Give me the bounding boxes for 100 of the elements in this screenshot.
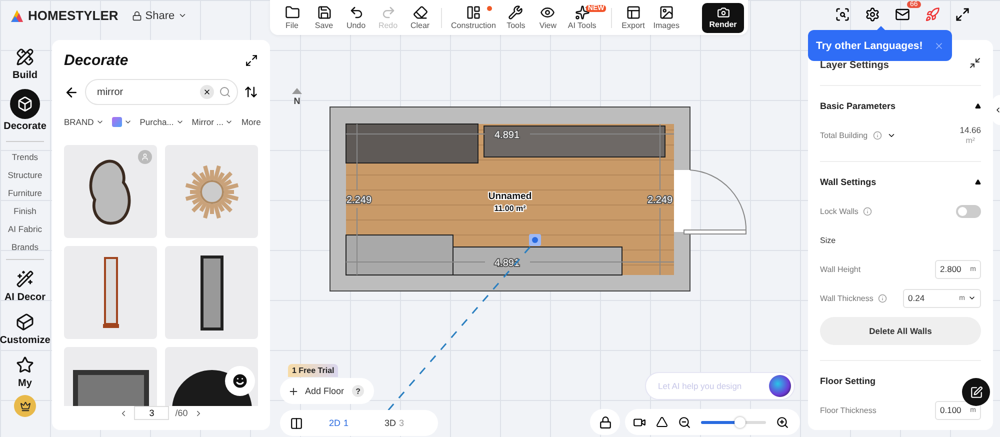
panel-title: Layer Settings: [820, 59, 889, 71]
section-header[interactable]: Floor Setting: [820, 376, 876, 386]
mode-tab[interactable]: Customize: [0, 309, 50, 348]
smile-icon: [231, 372, 249, 390]
image-icon: [658, 5, 674, 20]
note-icon: [970, 386, 982, 398]
toolbar-button[interactable]: Clear: [404, 5, 436, 30]
sort-icon[interactable]: [244, 85, 258, 100]
page-field[interactable]: 3: [134, 406, 170, 420]
search-icon[interactable]: [835, 7, 850, 22]
help-icon[interactable]: ?: [352, 385, 364, 397]
layout-icon: [466, 5, 481, 20]
zoom-out-icon[interactable]: [678, 416, 691, 428]
toolbar-button[interactable]: Construction: [447, 5, 500, 30]
input-text[interactable]: 2.800: [940, 264, 968, 274]
camera-icon: [716, 6, 730, 19]
select-text[interactable]: 0.24: [908, 293, 956, 304]
delete-walls-button[interactable]: Delete All Walls: [820, 317, 981, 346]
ai-orb-icon[interactable]: [769, 375, 791, 397]
render-button[interactable]: Render: [702, 2, 744, 32]
filter-dropdown[interactable]: Purcha...: [140, 117, 184, 128]
toolbar-button[interactable]: View: [532, 5, 564, 30]
category-link[interactable]: AI Fabric: [8, 220, 42, 238]
expand-icon[interactable]: [245, 54, 258, 68]
mode-tab[interactable]: Decorate: [4, 87, 46, 134]
box-icon: [10, 89, 40, 119]
info-icon[interactable]: [878, 294, 888, 303]
toolbar-button[interactable]: Save: [308, 5, 340, 30]
wand-icon: [14, 268, 36, 290]
setting-label: Lock Walls: [820, 206, 858, 216]
sparkles-icon: [574, 5, 590, 20]
info-icon[interactable]: [872, 131, 882, 140]
eye-icon: [540, 5, 556, 20]
more-filter[interactable]: More: [241, 117, 261, 128]
category-link[interactable]: Trends: [12, 148, 38, 166]
category-link[interactable]: Furniture: [8, 184, 42, 202]
mode-tab[interactable]: Build: [12, 44, 38, 83]
collapse-icon[interactable]: [969, 56, 981, 68]
camera-icon[interactable]: [633, 416, 646, 428]
share-button[interactable]: Share: [132, 10, 187, 22]
mode-tab[interactable]: AI Decor: [4, 266, 46, 305]
info-icon[interactable]: [863, 206, 872, 216]
toolbar-button[interactable]: Tools: [500, 5, 532, 30]
toggle-switch[interactable]: [956, 204, 981, 218]
brand-name: HOMESTYLER: [28, 8, 118, 23]
ai-prompt-input[interactable]: Let AI help you design: [656, 380, 769, 392]
setting-label: Wall Height: [820, 264, 861, 274]
triangle-icon[interactable]: [656, 416, 668, 428]
section-header[interactable]: Basic Parameters: [820, 101, 896, 111]
search-field[interactable]: mirror: [85, 79, 238, 106]
product-card[interactable]: [64, 145, 157, 238]
redo-icon: [380, 5, 396, 20]
product-card[interactable]: [165, 246, 258, 340]
folder-icon: [284, 5, 300, 20]
clear-icon[interactable]: [200, 85, 214, 100]
setting-label: Total Building: [820, 131, 868, 140]
input-text[interactable]: 0.100: [940, 405, 968, 416]
category-link[interactable]: Finish: [14, 202, 36, 220]
settings-icon[interactable]: [865, 7, 880, 22]
view-tab[interactable]: 3D 3: [384, 418, 404, 428]
eraser-icon: [412, 5, 428, 20]
view-tab[interactable]: 2D 1: [329, 418, 349, 428]
ai-prompt-field[interactable]: Let AI help you design: [645, 372, 795, 400]
user-icon: [138, 150, 152, 164]
category-link[interactable]: Brands: [12, 238, 38, 256]
chevron-icon: [178, 11, 187, 20]
color-swatch: [112, 117, 122, 128]
toolbar-button[interactable]: File: [276, 5, 308, 30]
save-icon: [316, 5, 332, 20]
add-floor-button[interactable]: Add Floor: [288, 386, 344, 396]
toolbar-button[interactable]: Images: [649, 5, 684, 30]
filter-dropdown[interactable]: Mirror ...: [192, 117, 234, 128]
toolbar-button[interactable]: Undo: [340, 5, 372, 30]
lock-icon: [132, 10, 142, 20]
tooltip-text: Try other Languages!: [816, 40, 923, 52]
section-header[interactable]: Wall Settings: [820, 177, 876, 188]
zoom-in-icon[interactable]: [776, 416, 789, 428]
rocket-icon[interactable]: [925, 7, 940, 22]
mail-icon[interactable]: [895, 7, 910, 22]
chevron-icon: [994, 106, 1000, 114]
handle-icon[interactable]: [529, 234, 541, 246]
fullscreen-icon[interactable]: [955, 7, 970, 22]
mode-tab[interactable]: My: [14, 352, 36, 391]
wrench-icon: [508, 5, 524, 20]
room-area: 11.00 m²: [494, 204, 526, 213]
search-input[interactable]: mirror: [97, 86, 195, 98]
trial-badge: 1 Free Trial: [288, 364, 338, 377]
collapse-arrow-icon[interactable]: [975, 179, 981, 186]
undo-icon: [348, 5, 364, 20]
room-name: Unnamed: [488, 191, 532, 202]
toolbar-button[interactable]: Export: [617, 5, 650, 30]
lock-button[interactable]: [590, 409, 620, 435]
collapse-arrow-icon[interactable]: [975, 103, 981, 109]
category-link[interactable]: Structure: [8, 166, 42, 184]
filter-dropdown[interactable]: BRAND: [64, 117, 104, 128]
back-icon[interactable]: [64, 84, 79, 100]
cube-icon: [14, 311, 36, 333]
crown-icon[interactable]: [14, 395, 36, 417]
zoom-thumb[interactable]: [734, 416, 746, 428]
color-filter[interactable]: [112, 117, 132, 128]
